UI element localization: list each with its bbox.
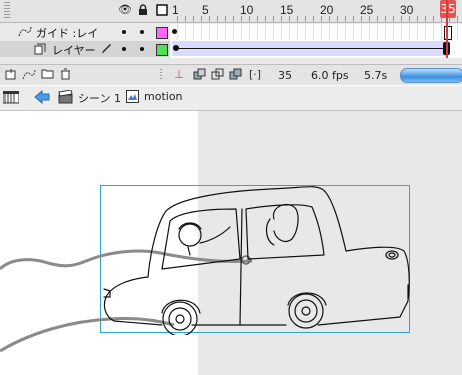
car-drawing[interactable]: [100, 185, 410, 335]
ruler-number: 20: [320, 3, 334, 17]
lock-icon[interactable]: [137, 4, 149, 16]
add-guide-layer-icon[interactable]: [22, 68, 36, 82]
layer-row-layer[interactable]: レイヤー: [0, 41, 170, 57]
layer-name[interactable]: レイヤー: [52, 42, 96, 58]
layer-color-swatch[interactable]: [156, 44, 168, 56]
ruler-number: 15: [280, 3, 294, 17]
layer-color-swatch[interactable]: [156, 27, 168, 39]
ruler-number: 30: [400, 3, 414, 17]
fps-readout: 6.0 fps: [311, 69, 349, 82]
onion-skin-icon[interactable]: [192, 68, 206, 82]
lock-dot[interactable]: [140, 47, 144, 51]
keyframe-dot[interactable]: [172, 29, 177, 34]
resize-grip[interactable]: [160, 69, 162, 81]
ruler-number: 25: [360, 3, 374, 17]
timeline-header: 👁 1 5 10 15 20 25 30 35: [0, 0, 462, 23]
ruler-number: 10: [240, 3, 254, 17]
current-frame-readout: 35: [278, 69, 292, 82]
tween-arrow: [178, 48, 444, 49]
frames-area[interactable]: [170, 24, 462, 58]
folder-icon[interactable]: [40, 68, 54, 82]
panel-grip-icon[interactable]: [4, 2, 10, 18]
playhead-line[interactable]: [446, 0, 448, 58]
timeline-scrollbar[interactable]: [400, 68, 462, 83]
edit-multiple-frames-icon[interactable]: [228, 68, 242, 82]
graphic-symbol-icon: [126, 90, 139, 106]
ruler-ticks: [170, 16, 462, 22]
stage-area[interactable]: [0, 111, 462, 375]
timeline-toggle-icon[interactable]: [2, 91, 20, 108]
guide-layer-icon: [18, 25, 32, 40]
onion-outline-icon[interactable]: [210, 68, 224, 82]
trash-icon[interactable]: [58, 68, 72, 82]
symbol-label[interactable]: motion: [144, 90, 183, 103]
layer-name[interactable]: ガイド :レイ: [36, 25, 98, 41]
elapsed-time-readout: 5.7s: [364, 69, 388, 82]
frame-row-guide[interactable]: [170, 24, 462, 40]
layer-row-guide[interactable]: ガイド :レイ: [0, 24, 170, 40]
visibility-dot[interactable]: [122, 47, 126, 51]
scene-clapper-icon: [58, 89, 73, 107]
lock-dot[interactable]: [140, 30, 144, 34]
ruler-number: 1: [172, 3, 179, 17]
back-arrow-icon[interactable]: [34, 89, 50, 107]
scene-label[interactable]: シーン 1: [78, 90, 121, 106]
layer-icon: [34, 43, 46, 58]
pencil-icon: [100, 42, 112, 58]
add-layer-icon[interactable]: [4, 68, 18, 82]
eye-icon[interactable]: 👁: [118, 4, 132, 16]
center-frame-icon[interactable]: ⊥: [172, 68, 186, 82]
edit-bar: シーン 1 motion: [0, 86, 462, 111]
outline-square-icon[interactable]: [156, 4, 168, 16]
timeline-footer: ⊥ [·] 35 6.0 fps 5.7s: [0, 64, 462, 85]
onion-markers-icon[interactable]: [·]: [248, 68, 262, 82]
visibility-dot[interactable]: [122, 30, 126, 34]
ruler-number: 5: [202, 3, 209, 17]
timeline-panel: 👁 1 5 10 15 20 25 30 35 ガイド :レイ レイヤー ⊥ […: [0, 0, 462, 85]
playhead-frame-label[interactable]: 35: [440, 0, 456, 18]
